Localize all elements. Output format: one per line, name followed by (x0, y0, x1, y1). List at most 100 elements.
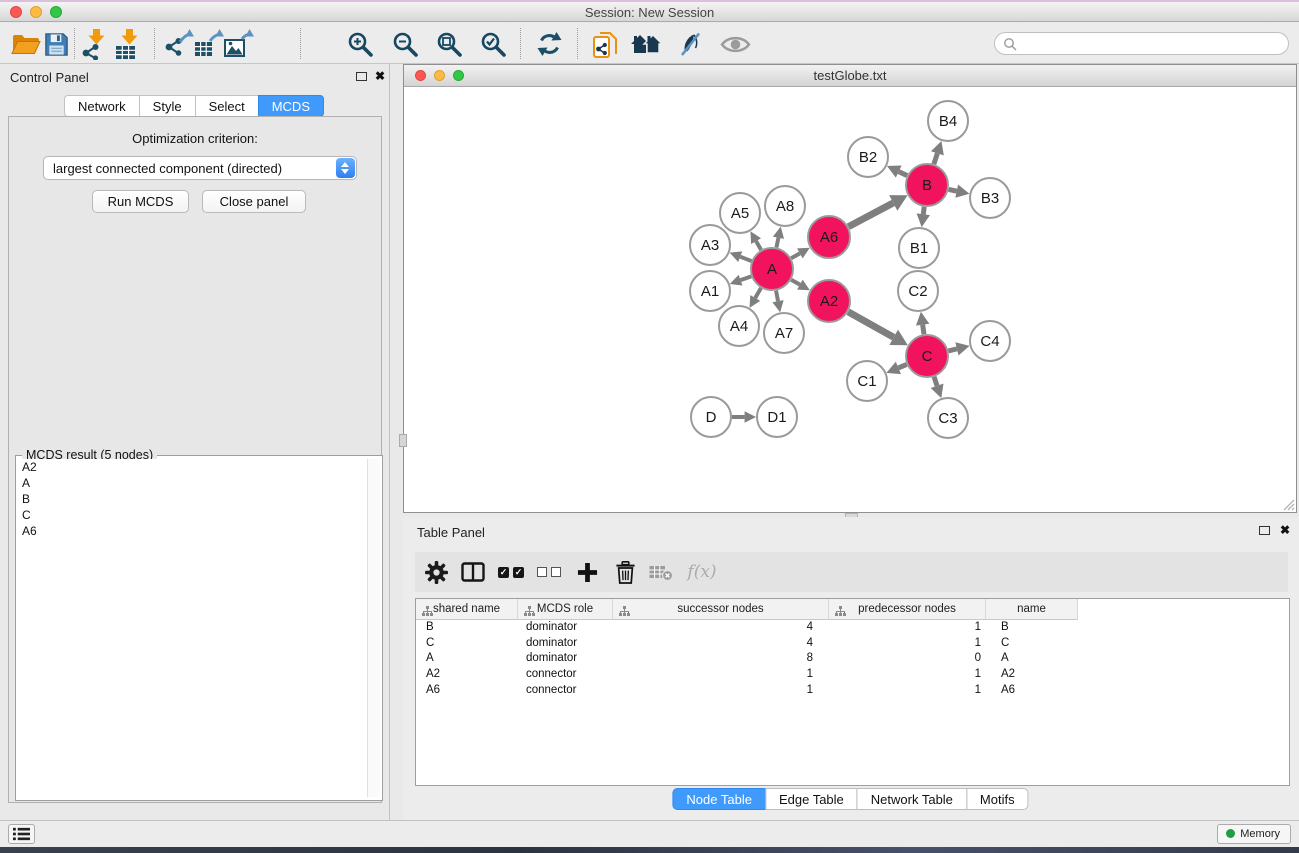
cell-name[interactable]: A6 (986, 683, 1078, 699)
tab-network[interactable]: Network (64, 95, 140, 117)
graph-edge-B-B3[interactable] (949, 189, 957, 191)
mcds-result-item[interactable]: C (18, 507, 365, 523)
graph-edge-A-A7[interactable] (776, 291, 778, 302)
tab-mcds[interactable]: MCDS (258, 95, 324, 117)
graph-edge-A6-B[interactable] (848, 203, 893, 227)
memory-button[interactable]: Memory (1217, 824, 1291, 844)
run-mcds-button[interactable]: Run MCDS (92, 190, 189, 213)
graph-edge-B-B4[interactable] (934, 153, 938, 164)
cell-predecessor-nodes[interactable]: 1 (829, 683, 986, 699)
column-header-successor-nodes[interactable]: successor nodes (613, 599, 829, 620)
delete-column-trash-icon[interactable] (610, 559, 640, 585)
criterion-select[interactable]: largest connected component (directed) (43, 156, 357, 180)
import-table-icon[interactable] (111, 27, 145, 61)
tab-style[interactable]: Style (139, 95, 196, 117)
search-field[interactable] (994, 32, 1289, 55)
cell-shared-name[interactable]: A2 (416, 667, 518, 683)
search-input[interactable] (1021, 34, 1281, 53)
graphics-details-icon[interactable] (673, 27, 707, 61)
cell-name[interactable]: A (986, 651, 1078, 667)
clone-network-icon[interactable] (588, 27, 622, 61)
zoom-fit-icon[interactable] (432, 27, 466, 61)
cell-name[interactable]: B (986, 620, 1078, 636)
result-scrollbar[interactable] (367, 459, 380, 797)
refresh-icon[interactable] (532, 27, 566, 61)
close-panel-icon[interactable]: ✖ (375, 71, 385, 81)
column-header-MCDS-role[interactable]: MCDS role (518, 599, 613, 620)
tab-network-table[interactable]: Network Table (857, 788, 967, 810)
mcds-result-item[interactable]: A (18, 475, 365, 491)
task-history-button[interactable] (8, 824, 35, 844)
graph-edge-C-C1[interactable] (898, 364, 906, 367)
cell-MCDS-role[interactable]: dominator (518, 651, 613, 667)
network-window-titlebar[interactable]: testGlobe.txt (404, 65, 1296, 87)
split-divider-handle[interactable] (399, 434, 407, 447)
network-graph[interactable]: B4B2BB3A5A8A6B1A3AA1C2A4A7A2CC4C1C3DD1 (404, 87, 1296, 512)
table-row[interactable]: Bdominator41B (416, 620, 1289, 636)
graph-edge-A-A6[interactable] (791, 253, 800, 258)
show-columns-icon[interactable] (458, 559, 488, 585)
zoom-selected-icon[interactable] (476, 27, 510, 61)
tab-edge-table[interactable]: Edge Table (765, 788, 858, 810)
zoom-out-icon[interactable] (388, 27, 422, 61)
graph-edge-A-A3[interactable] (740, 257, 751, 261)
column-header-predecessor-nodes[interactable]: predecessor nodes (829, 599, 986, 620)
cell-shared-name[interactable]: C (416, 636, 518, 652)
mcds-result-item[interactable]: A6 (18, 523, 365, 539)
column-header-name[interactable]: name (986, 599, 1078, 620)
graph-edge-A-A5[interactable] (756, 241, 761, 250)
select-all-icon[interactable]: ✓✓ (496, 559, 526, 585)
export-network-icon[interactable] (161, 27, 195, 61)
cell-successor-nodes[interactable]: 4 (613, 620, 829, 636)
cell-predecessor-nodes[interactable]: 0 (829, 651, 986, 667)
graph-edge-C-C2[interactable] (923, 325, 924, 335)
cell-predecessor-nodes[interactable]: 1 (829, 667, 986, 683)
graph-edge-A2-C[interactable] (848, 312, 894, 338)
resize-grip-icon[interactable] (1281, 497, 1295, 511)
cell-successor-nodes[interactable]: 1 (613, 683, 829, 699)
graph-edge-A-A4[interactable] (755, 288, 761, 298)
graph-edge-A-A8[interactable] (776, 238, 778, 248)
open-session-icon[interactable] (9, 27, 43, 61)
cell-MCDS-role[interactable]: connector (518, 667, 613, 683)
graph-edge-A-A1[interactable] (741, 276, 752, 280)
table-row[interactable]: A6connector11A6 (416, 683, 1289, 699)
cell-successor-nodes[interactable]: 4 (613, 636, 829, 652)
cell-name[interactable]: C (986, 636, 1078, 652)
cell-shared-name[interactable]: A (416, 651, 518, 667)
export-image-icon[interactable] (221, 27, 255, 61)
save-session-icon[interactable] (39, 27, 73, 61)
cell-successor-nodes[interactable]: 8 (613, 651, 829, 667)
tab-motifs[interactable]: Motifs (966, 788, 1029, 810)
home-icon[interactable] (630, 27, 664, 61)
zoom-in-icon[interactable] (343, 27, 377, 61)
cell-MCDS-role[interactable]: connector (518, 683, 613, 699)
table-settings-gear-icon[interactable] (421, 559, 451, 585)
close-panel-icon[interactable]: ✖ (1280, 525, 1290, 535)
cell-MCDS-role[interactable]: dominator (518, 636, 613, 652)
table-row[interactable]: Adominator80A (416, 651, 1289, 667)
graph-edge-B-B1[interactable] (923, 207, 924, 214)
cell-shared-name[interactable]: A6 (416, 683, 518, 699)
tab-select[interactable]: Select (195, 95, 259, 117)
mcds-result-item[interactable]: A2 (18, 459, 365, 475)
deselect-all-icon[interactable] (534, 559, 564, 585)
table-row[interactable]: Cdominator41C (416, 636, 1289, 652)
float-panel-icon[interactable] (1259, 526, 1270, 535)
column-header-shared-name[interactable]: shared name (416, 599, 518, 620)
add-column-icon[interactable] (572, 559, 602, 585)
cell-successor-nodes[interactable]: 1 (613, 667, 829, 683)
export-table-icon[interactable] (191, 27, 225, 61)
tab-node-table[interactable]: Node Table (672, 788, 766, 810)
graph-edge-B-B2[interactable] (899, 172, 907, 176)
import-network-icon[interactable] (78, 27, 112, 61)
graph-edge-C-C4[interactable] (948, 349, 957, 351)
cell-predecessor-nodes[interactable]: 1 (829, 636, 986, 652)
float-panel-icon[interactable] (356, 72, 367, 81)
graph-edge-A-A2[interactable] (791, 280, 800, 285)
graph-edge-C-C3[interactable] (934, 377, 937, 386)
table-row[interactable]: A2connector11A2 (416, 667, 1289, 683)
mcds-result-item[interactable]: B (18, 491, 365, 507)
cell-name[interactable]: A2 (986, 667, 1078, 683)
close-panel-button[interactable]: Close panel (202, 190, 306, 213)
